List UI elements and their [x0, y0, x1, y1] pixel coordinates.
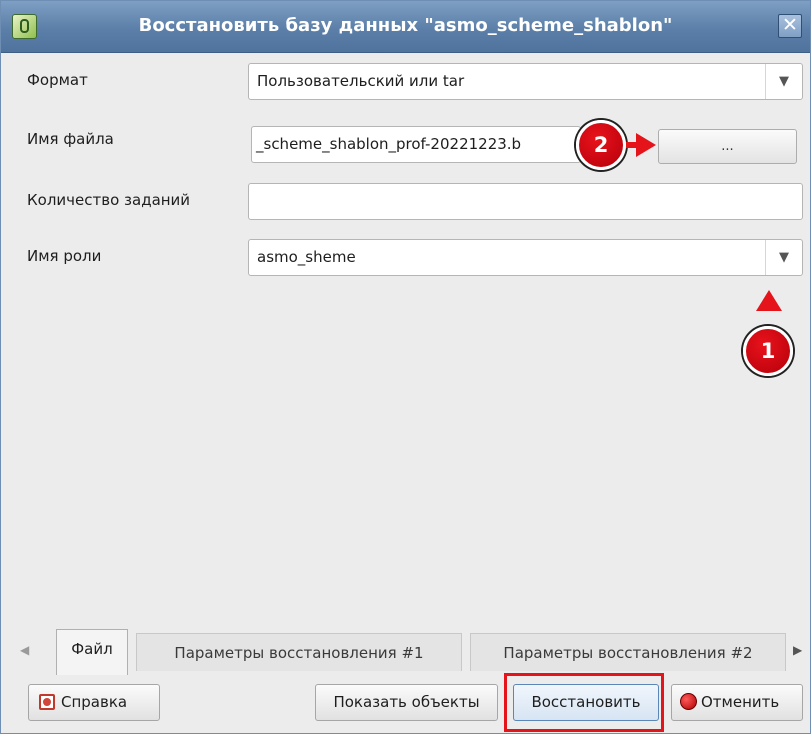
format-label: Формат [27, 71, 88, 89]
restore-highlight-frame [504, 673, 664, 732]
annotation-marker-2: 2 [576, 120, 626, 170]
title-bar[interactable]: Восстановить базу данных "asmo_scheme_sh… [1, 1, 810, 53]
tab-bar: ◀ Файл Параметры восстановления #1 Парам… [12, 629, 811, 675]
chevron-down-icon[interactable]: ▼ [765, 64, 802, 99]
role-select[interactable]: asmo_sheme ▼ [248, 239, 803, 276]
form-empty-area [12, 287, 799, 623]
jobs-count-input[interactable] [248, 183, 803, 220]
browse-file-button[interactable]: ... [658, 129, 797, 164]
role-label: Имя роли [27, 247, 102, 265]
filename-label: Имя файла [27, 130, 114, 148]
stop-icon [680, 693, 697, 710]
window-title: Восстановить базу данных "asmo_scheme_sh… [138, 15, 673, 36]
filename-input-value: _scheme_shablon_prof-20221223.b [256, 135, 522, 153]
tab-restore-options-2[interactable]: Параметры восстановления #2 [470, 633, 786, 671]
format-select-value: Пользовательский или tar [257, 72, 465, 90]
tab-file[interactable]: Файл [56, 629, 128, 675]
annotation-marker-1: 1 [743, 326, 793, 376]
app-icon [12, 14, 37, 39]
annotation-arrow-shaft [626, 142, 640, 148]
filename-input[interactable]: _scheme_shablon_prof-20221223.b [251, 126, 581, 163]
jobs-count-label: Количество заданий [27, 191, 191, 209]
cancel-button-label: Отменить [701, 693, 780, 711]
show-objects-button[interactable]: Показать объекты [315, 684, 498, 721]
format-select[interactable]: Пользовательский или tar ▼ [248, 63, 803, 100]
restore-dialog: Восстановить базу данных "asmo_scheme_sh… [0, 0, 811, 734]
role-select-value: asmo_sheme [257, 248, 356, 266]
help-button-label: Справка [61, 693, 128, 711]
tab-scroll-right-icon[interactable]: ▶ [793, 643, 802, 657]
cancel-button[interactable]: Отменить [671, 684, 803, 721]
tab-restore-options-1[interactable]: Параметры восстановления #1 [136, 633, 462, 671]
close-button[interactable]: ✕ [778, 14, 802, 38]
tab-scroll-left-icon[interactable]: ◀ [20, 643, 29, 657]
annotation-arrow-up-icon [756, 290, 782, 311]
chevron-down-icon[interactable]: ▼ [765, 240, 802, 275]
help-icon [39, 693, 55, 710]
help-button[interactable]: Справка [28, 684, 160, 721]
